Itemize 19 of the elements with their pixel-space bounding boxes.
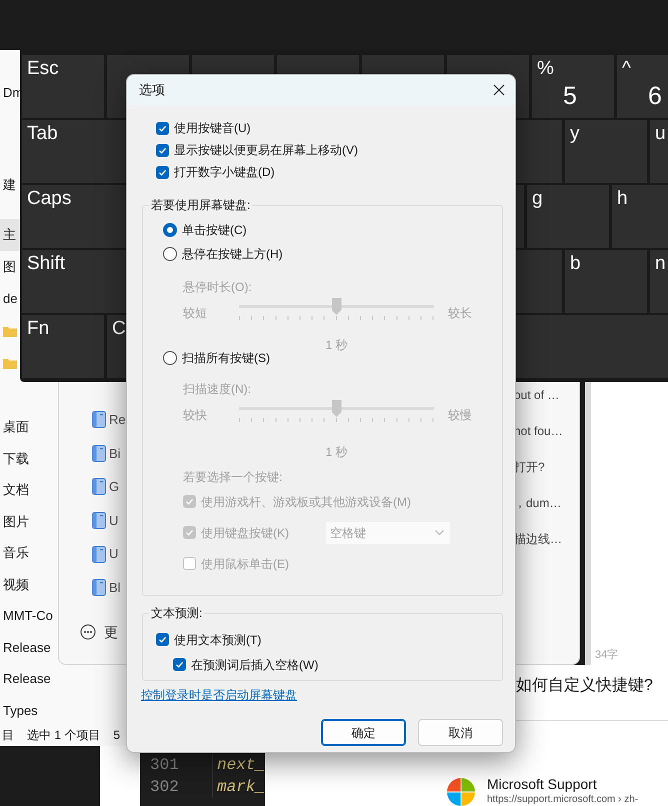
word-count: 34字 — [595, 648, 620, 662]
slider-value: 1 秒 — [324, 444, 348, 461]
line-number: 302 — [140, 776, 213, 798]
slider-max-label: 较长 — [448, 305, 472, 322]
code-text: next_ — [216, 755, 265, 776]
slider-min-label: 较快 — [183, 407, 208, 424]
slider-max-label: 较慢 — [448, 407, 472, 424]
section-label: 若要选择一个按键: — [183, 469, 284, 486]
slider-value: 1 秒 — [324, 337, 348, 354]
status-text: 选中 1 个项目 — [27, 727, 100, 744]
dropdown-value: 空格键 — [330, 524, 366, 542]
group-label: 若要使用屏幕键盘: — [149, 197, 252, 213]
window-title: 选项 — [139, 81, 165, 100]
slider-label: 扫描速度(N): — [183, 381, 252, 398]
group-label: 文本预测: — [149, 605, 204, 621]
status-text: 5 — [113, 727, 120, 744]
status-text: 目 — [2, 727, 14, 744]
code-text: mark_ — [216, 777, 265, 798]
line-number: 301 — [140, 754, 213, 776]
